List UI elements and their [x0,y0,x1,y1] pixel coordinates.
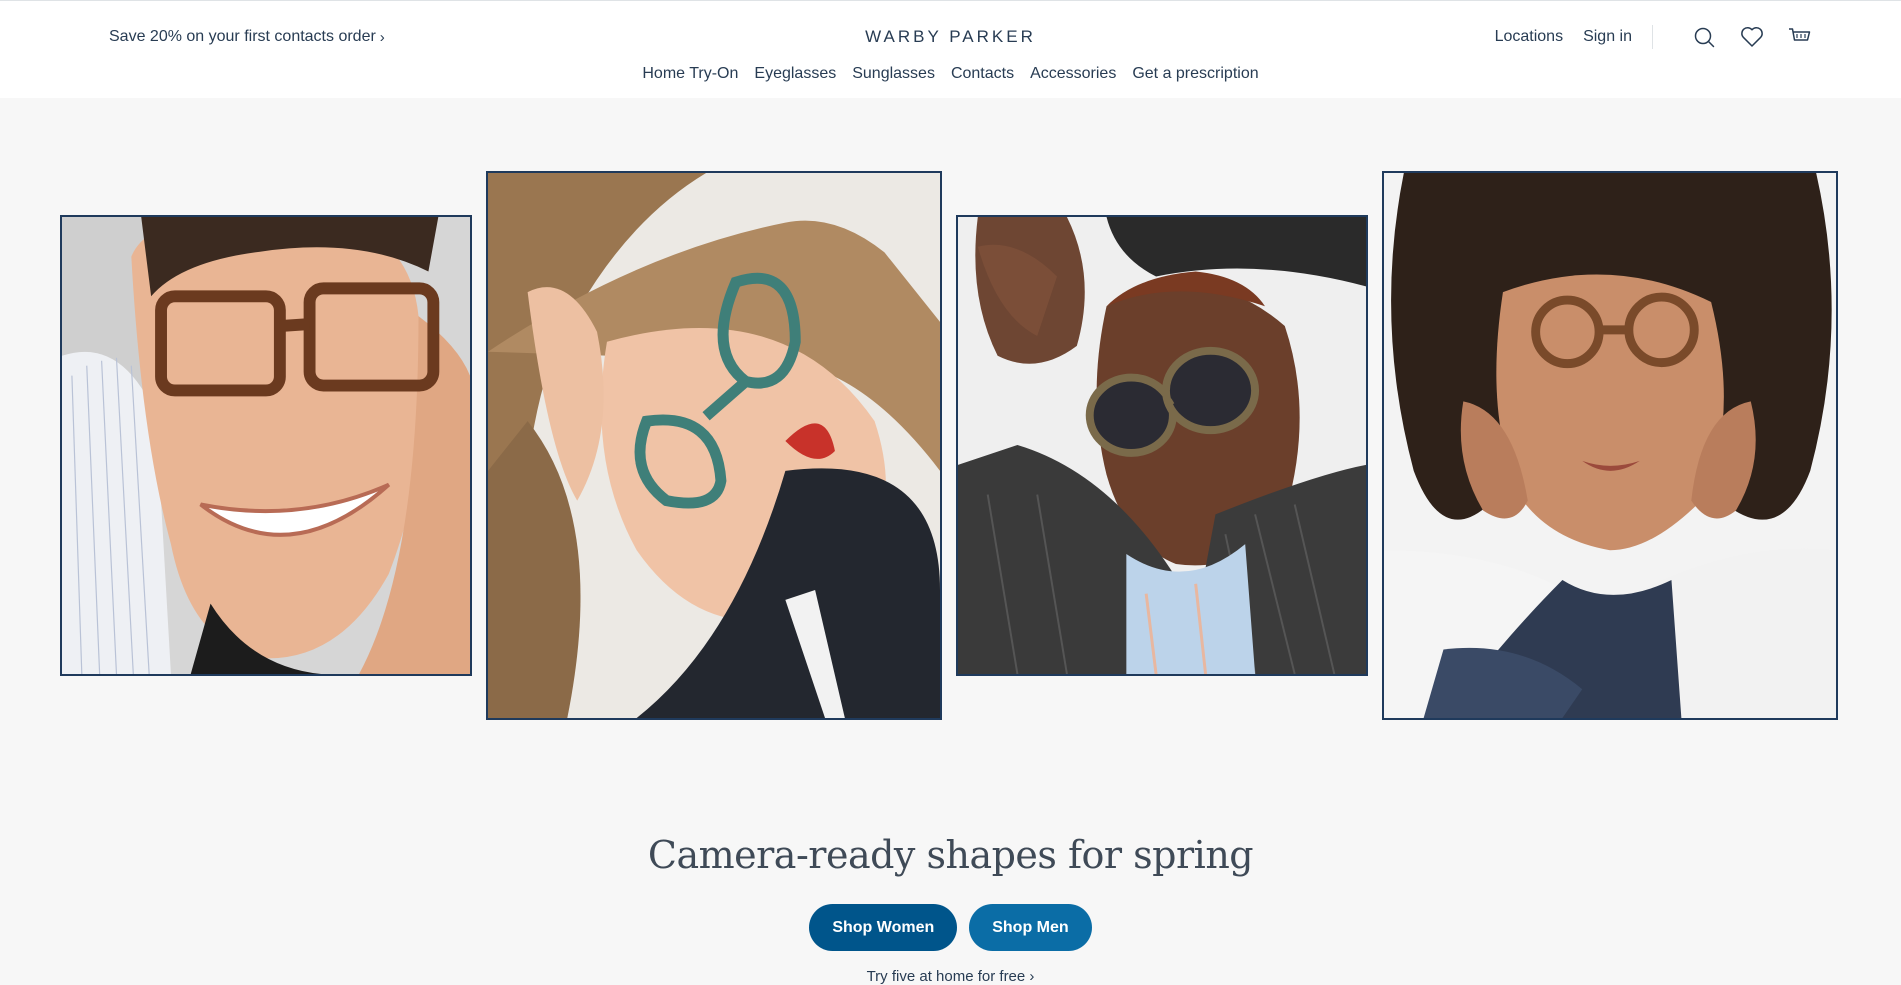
sign-in-link[interactable]: Sign in [1583,28,1632,46]
locations-link[interactable]: Locations [1495,28,1564,46]
cta-group: Shop Women Shop Men [0,904,1901,951]
hero-image-1[interactable] [60,215,472,676]
nav-item-contacts[interactable]: Contacts [951,65,1014,83]
cart-icon[interactable] [1787,24,1813,50]
nav-item-eyeglasses[interactable]: Eyeglasses [754,65,836,83]
nav-item-get-a-prescription[interactable]: Get a prescription [1132,65,1258,83]
main-nav: Home Try-On Eyeglasses Sunglasses Contac… [0,65,1901,83]
nav-item-home-try-on[interactable]: Home Try-On [642,65,738,83]
shop-women-button[interactable]: Shop Women [809,904,958,951]
utility-nav: Locations Sign in [1475,21,1813,53]
shop-men-button[interactable]: Shop Men [969,904,1092,951]
hero-image-3[interactable] [956,215,1368,676]
try-five-container: Try five at home for free › [0,968,1901,985]
search-icon[interactable] [1691,24,1717,50]
nav-item-accessories[interactable]: Accessories [1030,65,1116,83]
try-five-text: Try five at home for free [866,968,1026,985]
site-header: Save 20% on your first contacts order › … [0,0,1901,98]
chevron-right-icon: › [1029,968,1035,985]
hero-headline: Camera-ready shapes for spring [647,833,1254,877]
nav-item-sunglasses[interactable]: Sunglasses [852,65,935,83]
try-five-link[interactable]: Try five at home for free › [867,968,1035,985]
hero-image-4[interactable] [1382,171,1838,720]
logo-text: WARBY PARKER [865,27,1036,46]
heart-icon[interactable] [1739,24,1765,50]
divider [1652,25,1653,49]
hero-image-2[interactable] [486,171,942,720]
